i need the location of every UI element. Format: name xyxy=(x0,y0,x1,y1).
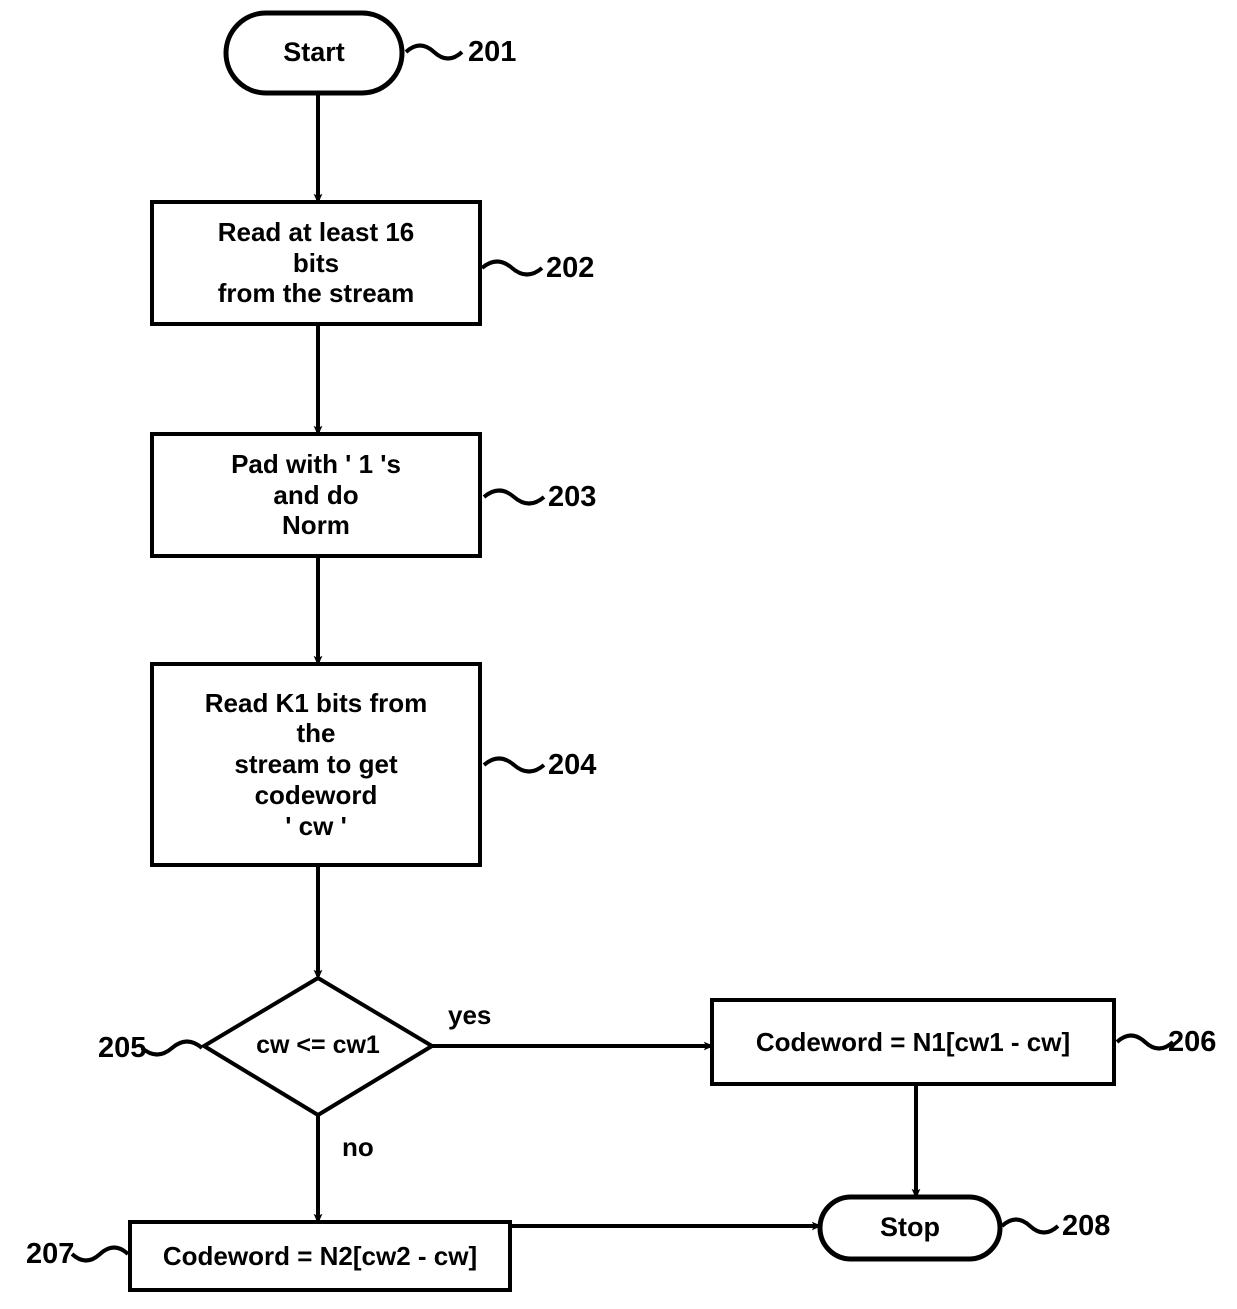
leader-205 xyxy=(140,1039,204,1057)
flowchart-canvas: Start Read at least 16 bits from the str… xyxy=(0,0,1237,1309)
node-shape-n1 xyxy=(710,998,1116,1086)
reference-numeral-205: 205 xyxy=(98,1032,147,1064)
node-shape-stop xyxy=(817,1194,1003,1262)
reference-numeral-204: 204 xyxy=(548,749,597,781)
edge-label-yes: yes xyxy=(448,1000,492,1030)
node-shape-pad xyxy=(150,432,482,558)
leader-208 xyxy=(1000,1217,1060,1235)
node-shape-n2 xyxy=(128,1220,512,1292)
node-shape-decision xyxy=(200,975,436,1118)
leader-204 xyxy=(482,756,546,774)
node-shape-readk1 xyxy=(150,662,482,867)
reference-numeral-203: 203 xyxy=(548,481,597,513)
reference-numeral-202: 202 xyxy=(546,252,595,284)
leader-201 xyxy=(404,43,464,61)
reference-numeral-206: 206 xyxy=(1168,1026,1217,1058)
flowchart-graphics xyxy=(70,10,1175,1292)
leader-202 xyxy=(480,259,544,277)
leader-207 xyxy=(70,1245,130,1263)
node-shape-read16 xyxy=(150,200,482,326)
node-shape-start xyxy=(223,10,405,96)
reference-numeral-201: 201 xyxy=(468,36,517,68)
reference-numeral-208: 208 xyxy=(1062,1210,1111,1242)
edge-label-no: no xyxy=(342,1132,374,1162)
leader-206 xyxy=(1115,1033,1175,1051)
reference-numeral-207: 207 xyxy=(26,1238,75,1270)
leader-203 xyxy=(482,488,546,506)
